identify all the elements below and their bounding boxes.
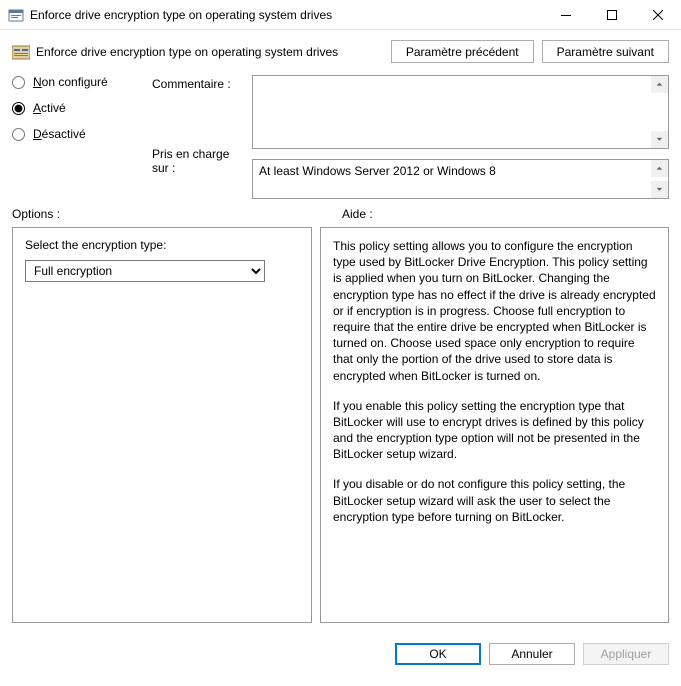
cancel-button[interactable]: Annuler xyxy=(489,643,575,665)
options-section-label: Options : xyxy=(12,207,332,221)
scroll-up-icon[interactable]: ⏶ xyxy=(651,76,668,93)
policy-small-icon xyxy=(12,44,30,60)
maximize-button[interactable] xyxy=(589,0,635,30)
help-paragraph: If you enable this policy setting the en… xyxy=(333,398,656,463)
supported-label: Pris en charge sur : xyxy=(152,147,242,175)
radio-not-configured-label[interactable]: Non configuré xyxy=(33,75,108,89)
window-title: Enforce drive encryption type on operati… xyxy=(30,8,543,22)
scroll-up-icon[interactable]: ⏶ xyxy=(651,160,668,177)
options-panel: Select the encryption type: Full encrypt… xyxy=(12,227,312,623)
help-paragraph: If you disable or do not configure this … xyxy=(333,476,656,525)
window-controls xyxy=(543,0,681,30)
radio-disabled[interactable] xyxy=(12,128,25,141)
supported-scrollbar[interactable]: ⏶ ⏷ xyxy=(651,160,668,198)
supported-on-box: At least Windows Server 2012 or Windows … xyxy=(252,159,669,199)
comment-textarea[interactable] xyxy=(252,75,669,149)
policy-icon xyxy=(8,7,24,23)
encryption-type-label: Select the encryption type: xyxy=(25,238,299,252)
radio-not-configured[interactable] xyxy=(12,76,25,89)
radio-enabled-label[interactable]: Activé xyxy=(33,101,66,115)
scroll-down-icon[interactable]: ⏷ xyxy=(651,181,668,198)
help-paragraph: This policy setting allows you to config… xyxy=(333,238,656,384)
encryption-type-select[interactable]: Full encryption xyxy=(25,260,265,282)
comment-scrollbar[interactable]: ⏶ ⏷ xyxy=(651,76,668,148)
radio-disabled-label[interactable]: Désactivé xyxy=(33,127,86,141)
header-title: Enforce drive encryption type on operati… xyxy=(36,45,383,59)
ok-button[interactable]: OK xyxy=(395,643,481,665)
radio-enabled[interactable] xyxy=(12,102,25,115)
dialog-footer: OK Annuler Appliquer xyxy=(0,633,681,675)
apply-button[interactable]: Appliquer xyxy=(583,643,669,665)
header-row: Enforce drive encryption type on operati… xyxy=(12,40,669,63)
minimize-button[interactable] xyxy=(543,0,589,30)
scroll-down-icon[interactable]: ⏷ xyxy=(651,131,668,148)
next-setting-button[interactable]: Paramètre suivant xyxy=(542,40,669,63)
help-section-label: Aide : xyxy=(332,207,669,221)
state-radio-group: Non configuré Activé Désactivé xyxy=(12,75,142,153)
close-button[interactable] xyxy=(635,0,681,30)
help-panel: This policy setting allows you to config… xyxy=(320,227,669,623)
comment-label: Commentaire : xyxy=(152,77,242,91)
previous-setting-button[interactable]: Paramètre précédent xyxy=(391,40,534,63)
titlebar: Enforce drive encryption type on operati… xyxy=(0,0,681,30)
